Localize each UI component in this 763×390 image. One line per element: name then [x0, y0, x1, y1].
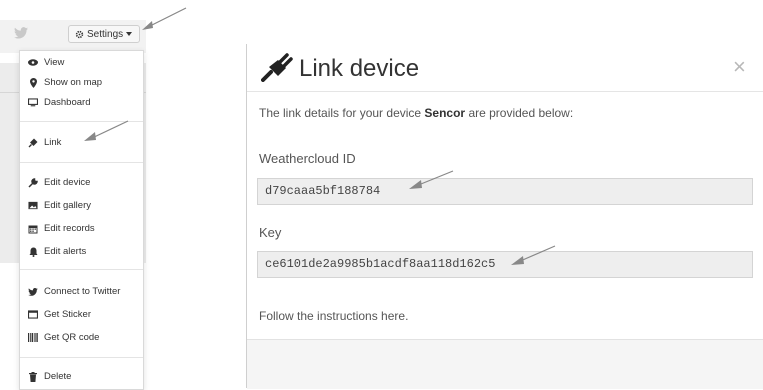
gear-icon — [75, 30, 84, 39]
menu-divider — [20, 357, 143, 358]
eye-icon — [28, 58, 38, 68]
settings-label: Settings — [87, 28, 124, 40]
modal-title: Link device — [299, 55, 420, 82]
menu-item-link[interactable]: Link — [28, 137, 61, 148]
settings-menu: View Show on map Dashboard Link Edit dev… — [19, 50, 144, 390]
menu-item-dashboard[interactable]: Dashboard — [28, 97, 90, 108]
menu-item-get-qr-code[interactable]: Get QR code — [28, 332, 99, 343]
weathercloud-id-field[interactable]: d79caaa5bf188784 — [257, 178, 753, 205]
caret-down-icon — [126, 32, 133, 36]
menu-item-edit-alerts[interactable]: Edit alerts — [28, 246, 86, 257]
key-label: Key — [259, 225, 282, 240]
modal-header: Link device × — [247, 44, 763, 92]
link-device-modal: Link device × The link details for your … — [246, 44, 763, 389]
intro-text: The link details for your device Sencor … — [259, 106, 574, 120]
menu-divider — [20, 269, 143, 270]
weathercloud-id-label: Weathercloud ID — [259, 151, 356, 166]
twitter-icon — [28, 287, 38, 297]
menu-item-show-on-map[interactable]: Show on map — [28, 77, 102, 88]
menu-divider — [20, 121, 143, 122]
calendar-icon — [28, 224, 38, 234]
instructions-link[interactable]: Follow the instructions here. — [259, 309, 408, 323]
close-button[interactable]: × — [733, 56, 746, 78]
map-marker-icon — [28, 77, 38, 88]
menu-item-edit-records[interactable]: Edit records — [28, 223, 95, 234]
plug-icon — [261, 52, 295, 82]
menu-item-edit-device[interactable]: Edit device — [28, 177, 90, 188]
sticker-icon — [28, 310, 38, 320]
menu-item-get-sticker[interactable]: Get Sticker — [28, 309, 91, 320]
plug-icon — [28, 138, 38, 148]
twitter-logo-icon — [14, 27, 28, 39]
wrench-icon — [28, 177, 38, 188]
arrow-to-settings — [142, 7, 187, 30]
modal-footer — [247, 339, 763, 389]
menu-item-delete[interactable]: Delete — [28, 371, 71, 382]
settings-dropdown-button[interactable]: Settings — [68, 25, 140, 43]
menu-divider — [20, 162, 143, 163]
key-field[interactable]: ce6101de2a9985b1acdf8aa118d162c5 — [257, 251, 753, 278]
device-name: Sencor — [424, 106, 466, 120]
bell-icon — [28, 247, 38, 257]
menu-item-connect-twitter[interactable]: Connect to Twitter — [28, 286, 120, 297]
monitor-icon — [28, 98, 38, 108]
trash-icon — [28, 371, 38, 382]
menu-item-view[interactable]: View — [28, 57, 64, 68]
picture-icon — [28, 201, 38, 211]
menu-item-edit-gallery[interactable]: Edit gallery — [28, 200, 91, 211]
qr-code-icon — [28, 333, 38, 343]
